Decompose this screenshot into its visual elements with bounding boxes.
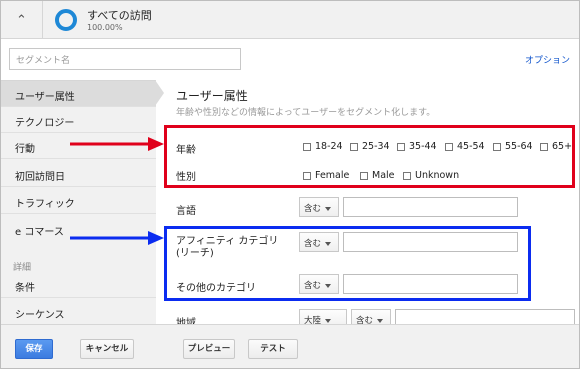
- language-value-input[interactable]: [343, 197, 518, 217]
- sidebar-item-traffic[interactable]: トラフィック: [1, 188, 156, 214]
- language-label: 言語: [176, 206, 196, 217]
- sidebar-active-pointer: [155, 80, 164, 106]
- preview-button[interactable]: プレビュー: [183, 339, 235, 359]
- save-button[interactable]: 保存: [15, 339, 53, 359]
- sidebar-item-demographics[interactable]: ユーザー属性: [1, 81, 156, 107]
- chevron-up-icon: ⌃: [16, 12, 27, 28]
- segment-percent: 100.00%: [87, 23, 123, 32]
- test-button[interactable]: テスト: [248, 339, 298, 359]
- sidebar-item-technology[interactable]: テクノロジー: [1, 107, 156, 133]
- highlight-box-blue: [164, 226, 531, 301]
- options-link[interactable]: オプション: [525, 53, 570, 66]
- caret-down-icon: [325, 206, 332, 211]
- sidebar: ユーザー属性 テクノロジー 行動 初回訪問日 トラフィック e コマース 詳細 …: [1, 80, 156, 324]
- segment-name-input[interactable]: セグメント名: [9, 48, 241, 70]
- sidebar-item-first-visit[interactable]: 初回訪問日: [1, 161, 156, 187]
- segment-ring-icon: [55, 9, 77, 31]
- blue-arrow-icon: [70, 231, 164, 245]
- sidebar-item-sequences[interactable]: シーケンス: [1, 299, 156, 325]
- segment-title: すべての訪問: [87, 9, 152, 22]
- segment-header: ⌃ すべての訪問 100.00%: [1, 1, 579, 39]
- collapse-button[interactable]: ⌃: [1, 1, 43, 39]
- page-subtitle: 年齢や性別などの情報によってユーザーをセグメント化します。: [176, 108, 436, 118]
- caret-down-icon: [325, 318, 332, 323]
- language-operator-select[interactable]: 含む: [299, 197, 339, 217]
- cancel-button[interactable]: キャンセル: [80, 339, 134, 359]
- highlight-box-red: [164, 125, 575, 188]
- caret-down-icon: [377, 318, 384, 323]
- page-title: ユーザー属性: [176, 89, 248, 103]
- sidebar-item-conditions[interactable]: 条件: [1, 272, 156, 298]
- red-arrow-icon: [70, 137, 164, 151]
